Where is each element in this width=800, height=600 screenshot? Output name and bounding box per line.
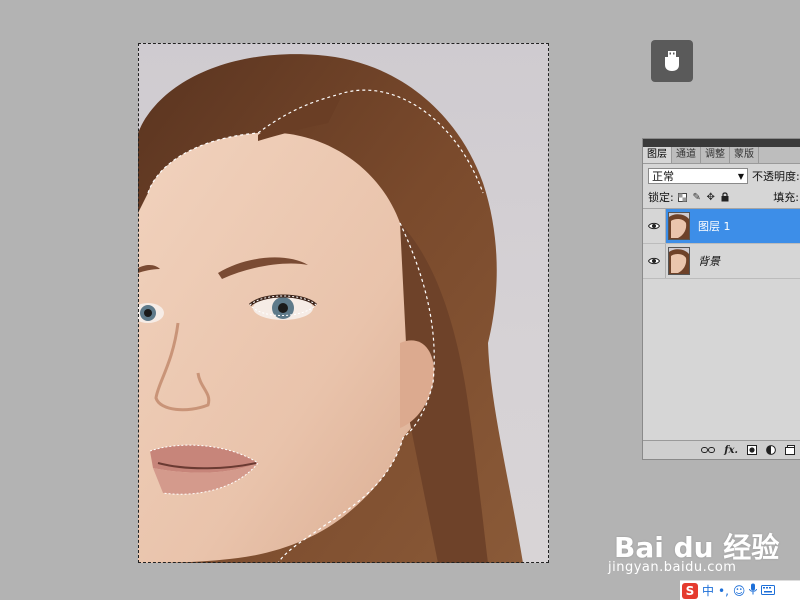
adjustment-icon[interactable] <box>766 445 776 455</box>
layer-thumbnail <box>668 247 690 275</box>
lock-transparency-icon[interactable] <box>678 192 688 202</box>
panel-tabs: 图层 通道 调整 蒙版 <box>643 147 800 164</box>
sogou-logo-icon[interactable]: S <box>682 582 698 599</box>
lock-pixels-icon[interactable]: ✎ <box>692 192 702 203</box>
blend-row: 正常 ▼ 不透明度: <box>643 164 800 186</box>
emoji-icon[interactable]: ☺ <box>733 584 746 598</box>
blend-mode-value: 正常 <box>652 170 674 183</box>
panel-footer: fx. <box>643 440 800 459</box>
ime-language[interactable]: 中 <box>702 582 714 599</box>
ime-toolbar: S 中 •, ☺ <box>680 580 800 600</box>
portrait-photo <box>138 54 523 563</box>
document-canvas[interactable] <box>138 43 549 563</box>
baidu-jingyan-watermark: Bai du 经验 jingyan.baidu.com <box>608 512 798 582</box>
layer-name: 背景 <box>698 255 720 268</box>
panel-title-bar[interactable] <box>643 139 800 147</box>
dropdown-arrow-icon: ▼ <box>737 171 744 181</box>
mask-icon[interactable] <box>747 445 757 455</box>
keyboard-icon[interactable] <box>761 584 776 598</box>
opacity-label: 不透明度: <box>752 170 800 183</box>
layer-thumbnail <box>668 212 690 240</box>
tab-channels[interactable]: 通道 <box>672 147 701 163</box>
fill-label: 填充: <box>773 191 799 204</box>
usb-device-icon <box>662 50 682 72</box>
visibility-eye-icon[interactable] <box>643 244 666 278</box>
visibility-eye-icon[interactable] <box>643 209 666 243</box>
layer-row-background[interactable]: 背景 <box>643 244 800 279</box>
watermark-url: jingyan.baidu.com <box>608 560 737 575</box>
link-icon[interactable] <box>701 446 716 454</box>
fx-icon[interactable]: fx. <box>724 445 738 456</box>
layer-row-layer1[interactable]: 图层 1 <box>643 209 800 244</box>
layer-name: 图层 1 <box>698 220 731 233</box>
tab-layers[interactable]: 图层 <box>643 147 672 163</box>
plugin-button[interactable] <box>651 40 693 82</box>
new-layer-icon[interactable] <box>785 445 795 455</box>
mic-icon[interactable] <box>749 583 758 598</box>
lock-position-icon[interactable]: ✥ <box>706 192 716 203</box>
tab-masks[interactable]: 蒙版 <box>730 147 759 163</box>
lock-row: 锁定: ✎ ✥ 填充: <box>643 186 800 209</box>
blend-mode-select[interactable]: 正常 ▼ <box>648 168 748 184</box>
punctuation-icon[interactable]: •, <box>718 584 729 598</box>
lock-all-icon[interactable] <box>720 192 730 202</box>
lock-label: 锁定: <box>648 191 674 204</box>
layers-panel: 图层 通道 调整 蒙版 正常 ▼ 不透明度: 锁定: ✎ ✥ 填充: 图层 1 … <box>642 138 800 460</box>
tab-adjustments[interactable]: 调整 <box>701 147 730 163</box>
